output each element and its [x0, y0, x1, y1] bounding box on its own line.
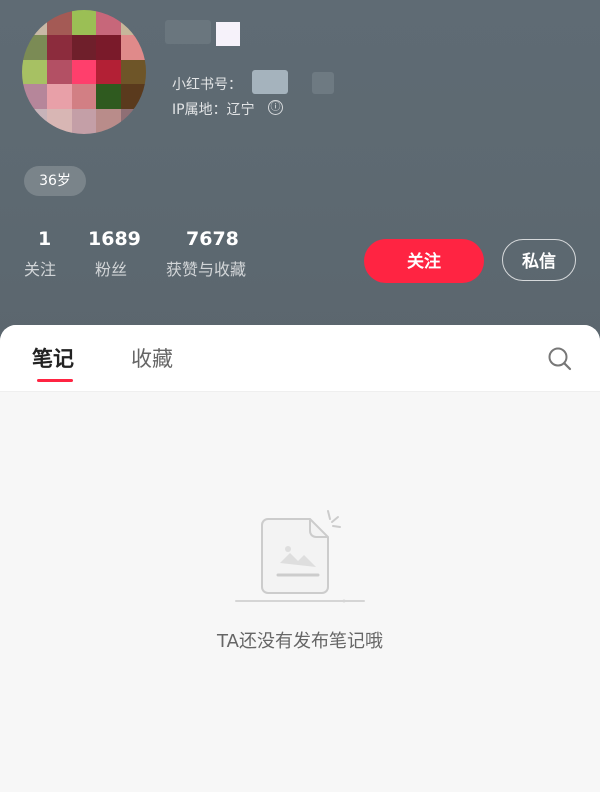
stat-followers-value: 1689	[88, 228, 141, 250]
tab-notes[interactable]: 笔记	[32, 343, 74, 373]
tab-collections[interactable]: 收藏	[131, 343, 173, 373]
info-icon[interactable]: ⓘ	[268, 100, 283, 115]
follow-button[interactable]: 关注	[364, 239, 484, 283]
age-tag: 36岁	[24, 166, 86, 196]
tab-bar: 笔记 收藏	[0, 325, 600, 392]
profile-header: 小红书号： IP属地：辽宁 ⓘ 36岁 1 关注 1689 粉丝 7678 获赞…	[0, 0, 600, 350]
stat-followers-label: 粉丝	[95, 260, 128, 279]
nickname-badge	[216, 22, 240, 46]
redbook-id-redacted-2	[312, 72, 334, 94]
ip-location: IP属地：辽宁	[172, 102, 255, 118]
stat-followers[interactable]: 1689 粉丝	[88, 228, 141, 280]
avatar[interactable]	[22, 10, 146, 134]
stat-likes-value: 7678	[186, 228, 239, 250]
stat-following-label: 关注	[24, 260, 57, 279]
search-icon[interactable]	[547, 346, 573, 372]
stat-likes-label: 获赞与收藏	[166, 260, 247, 279]
stat-following[interactable]: 1 关注	[24, 228, 56, 280]
empty-state-text: TA还没有发布笔记哦	[217, 631, 383, 652]
stat-following-value: 1	[38, 228, 52, 250]
nickname-redacted	[165, 20, 211, 44]
redbook-id-redacted	[252, 70, 288, 94]
message-button[interactable]: 私信	[502, 239, 576, 281]
redbook-id-label: 小红书号：	[172, 77, 242, 93]
stat-likes-collects[interactable]: 7678 获赞与收藏	[166, 228, 246, 280]
active-tab-indicator	[37, 379, 73, 382]
empty-notes-icon	[235, 510, 365, 603]
content-panel: 笔记 收藏 TA还没有发布笔记哦	[0, 325, 600, 792]
